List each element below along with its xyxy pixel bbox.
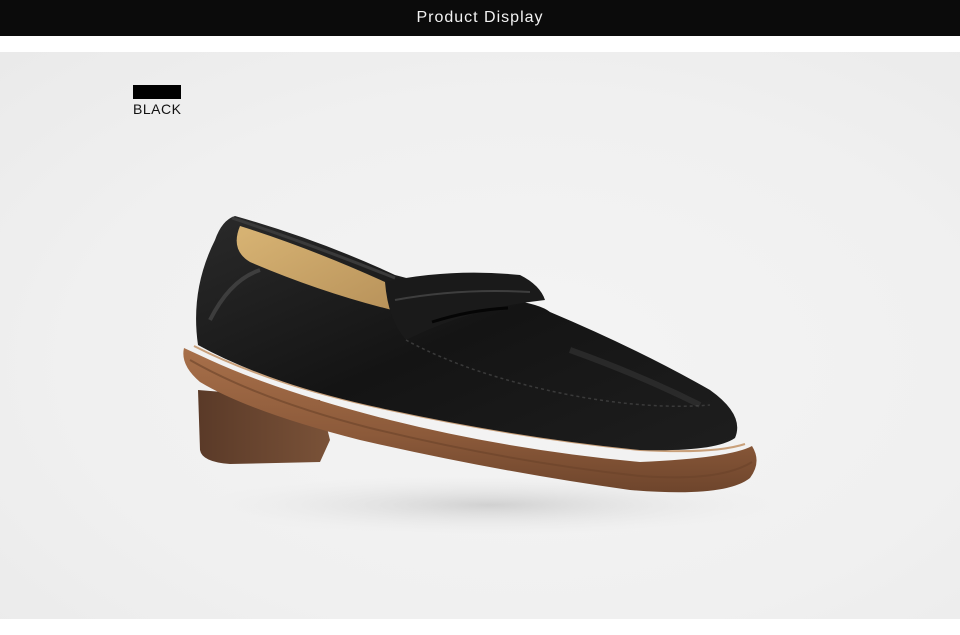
product-display-page: Product Display BLACK: [0, 0, 960, 635]
section-title: Product Display: [416, 9, 544, 26]
color-swatch[interactable]: [133, 85, 181, 99]
loafer-shoe-icon: [183, 216, 770, 535]
section-header: Product Display: [0, 0, 960, 36]
color-label: BLACK: [133, 101, 182, 117]
